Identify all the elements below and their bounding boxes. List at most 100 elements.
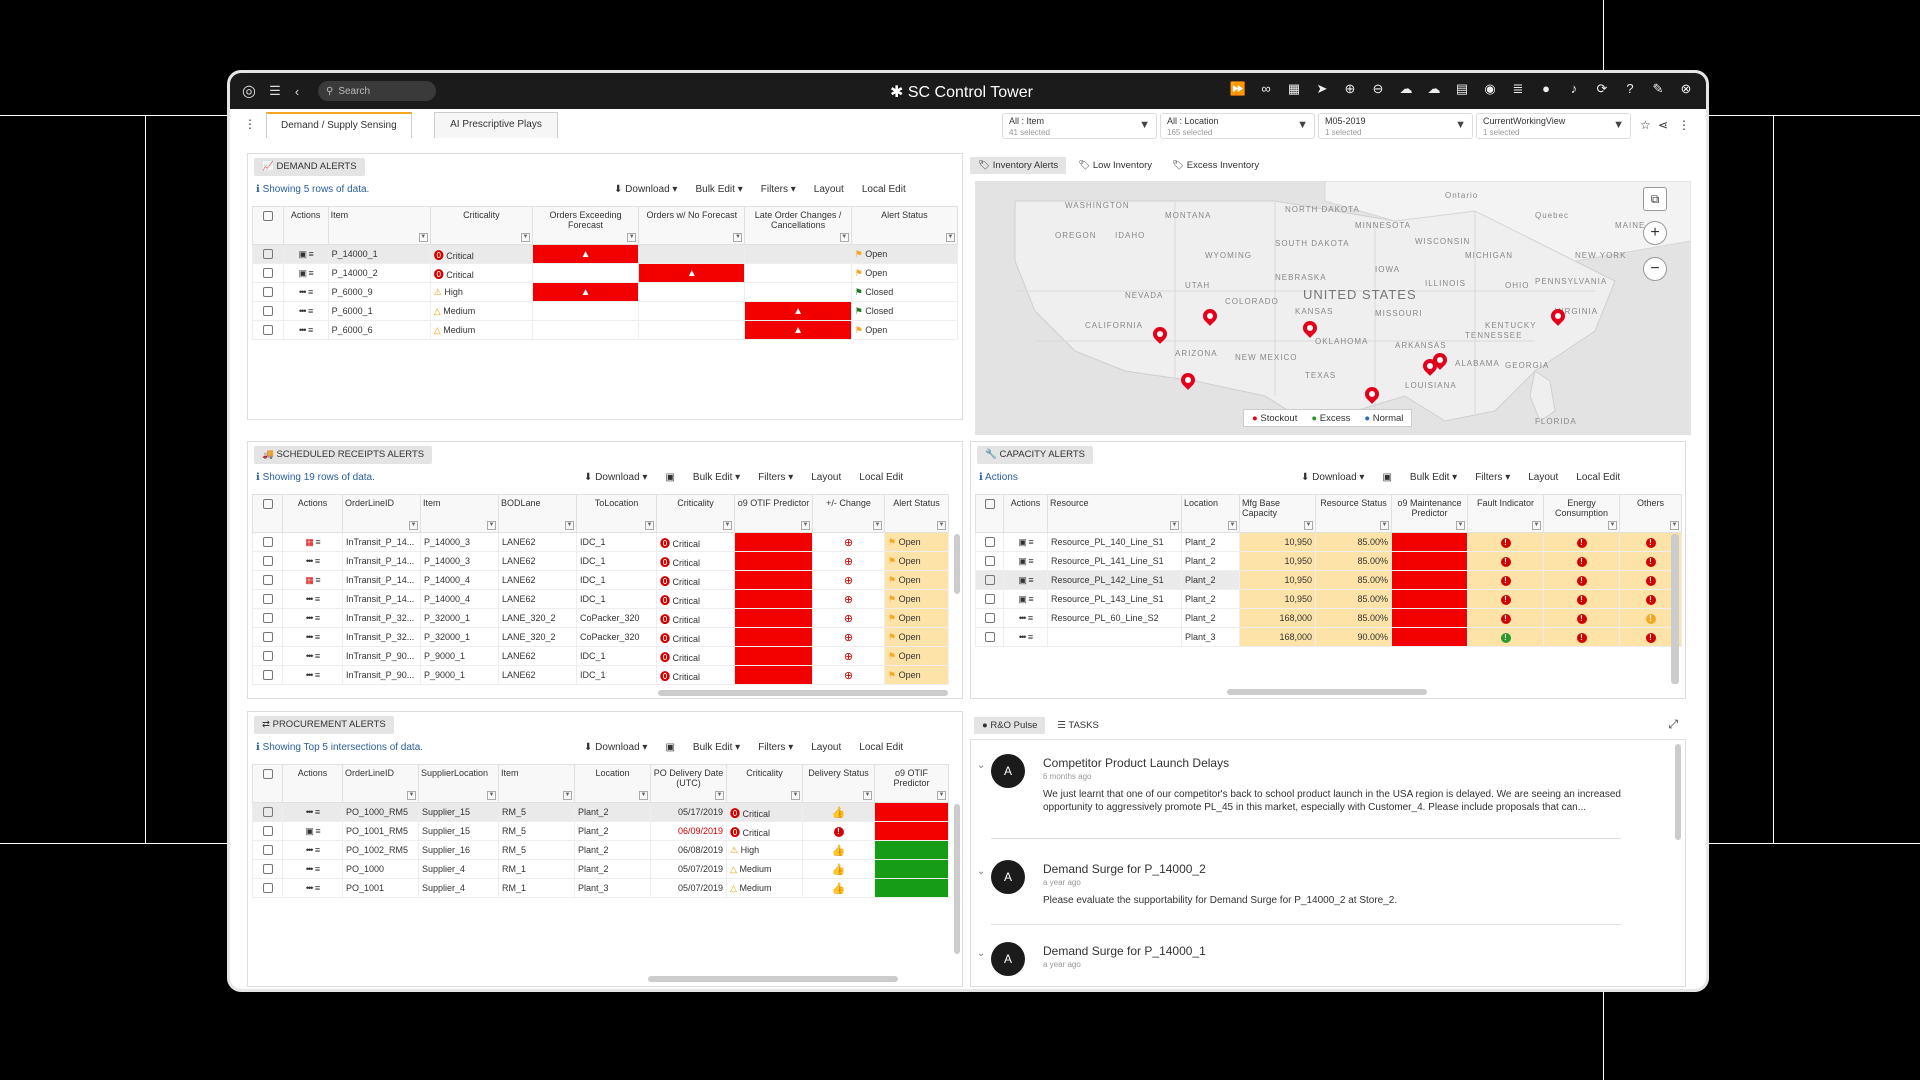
filter-icon[interactable]: ▼: [1670, 521, 1679, 530]
bulk-edit-button[interactable]: Bulk Edit ▾: [695, 184, 742, 195]
row-checkbox[interactable]: [984, 613, 995, 624]
zoom-out-button[interactable]: −: [1643, 257, 1667, 281]
actions-cell[interactable]: ▣ ≡: [282, 244, 329, 264]
row-menu-icon[interactable]: ≡: [308, 306, 313, 316]
filter-icon[interactable]: ▼: [487, 521, 496, 530]
row-checkbox-cell[interactable]: [252, 570, 283, 590]
table-row[interactable]: ••• ≡ InTransit_P_32... P_32000_1 LANE_320_…: [252, 627, 949, 647]
table-row[interactable]: ••• ≡ P_6000_9 ⚠ High ▲ ⚑ Closed: [252, 282, 959, 302]
actions-cell[interactable]: ••• ≡: [282, 301, 329, 321]
col-header[interactable]: Actions: [282, 494, 343, 533]
table-row[interactable]: ▣ ≡ Resource_PL_140_Line_S1 Plant_2 10,950 8…: [975, 532, 1682, 552]
target-icon[interactable]: ◉: [1478, 81, 1502, 97]
filter-icon[interactable]: ▼: [715, 791, 724, 800]
vertical-scrollbar[interactable]: [954, 804, 960, 954]
remove-icon[interactable]: ⊖: [1366, 81, 1390, 97]
filter-icon[interactable]: ▼: [409, 521, 418, 530]
col-header[interactable]: o9 OTIF Predictor ▼: [734, 494, 813, 533]
refresh-icon[interactable]: ⟳: [1590, 81, 1614, 97]
col-header[interactable]: ToLocation ▼: [576, 494, 657, 533]
filter-icon[interactable]: ▼: [565, 521, 574, 530]
row-checkbox[interactable]: [262, 249, 273, 260]
chat-icon[interactable]: ▣: [1018, 575, 1026, 585]
filter-icon[interactable]: ▼: [407, 791, 416, 800]
table-row[interactable]: ▣ ≡ Resource_PL_143_Line_S1 Plant_2 10,950 8…: [975, 589, 1682, 609]
row-menu-icon[interactable]: ≡: [308, 287, 313, 297]
row-checkbox-cell[interactable]: [252, 646, 283, 666]
row-menu-icon[interactable]: ≡: [315, 670, 320, 680]
actions-cell[interactable]: ••• ≡: [282, 802, 343, 822]
filters-button[interactable]: Filters ▾: [758, 742, 793, 753]
actions-cell[interactable]: ••• ≡: [282, 320, 329, 340]
bulk-edit-button[interactable]: Bulk Edit ▾: [693, 472, 740, 483]
col-header[interactable]: BODLane ▼: [498, 494, 577, 533]
local-edit-button[interactable]: Local Edit: [859, 472, 903, 483]
more-icon[interactable]: •••: [306, 632, 314, 642]
chat-icon[interactable]: ▣: [298, 249, 306, 259]
row-checkbox[interactable]: [262, 556, 273, 567]
send-icon[interactable]: ➤: [1310, 81, 1334, 97]
actions-cell[interactable]: ••• ≡: [282, 665, 343, 685]
filter-icon[interactable]: ▼: [1380, 521, 1389, 530]
row-menu-icon[interactable]: ≡: [315, 556, 320, 566]
row-checkbox-cell[interactable]: [975, 608, 1004, 628]
row-menu-icon[interactable]: ≡: [1028, 594, 1033, 604]
select-all-header[interactable]: [252, 494, 283, 533]
calendar-icon[interactable]: ▦: [305, 575, 313, 585]
inventory-map[interactable]: NORTH DAKOTA MINNESOTA SOUTH DAKOTA WISCONS…: [975, 181, 1691, 435]
row-checkbox[interactable]: [262, 575, 273, 586]
select-all-header[interactable]: [252, 764, 283, 803]
filter-icon[interactable]: ▼: [1608, 521, 1617, 530]
col-header[interactable]: OrderLineID ▼: [342, 494, 421, 533]
export-icon[interactable]: ▣: [665, 742, 674, 753]
row-menu-icon[interactable]: ≡: [315, 651, 320, 661]
table-row[interactable]: ••• ≡ Resource_PL_60_Line_S2 Plant_2 168,00…: [975, 608, 1682, 628]
table-row[interactable]: ▣ ≡ P_14000_2 ⓿ Critical ▲ ⚑ Open: [252, 263, 959, 283]
filter-icon[interactable]: ▼: [863, 791, 872, 800]
chat-icon[interactable]: ▣: [1018, 594, 1026, 604]
tab-demand-supply[interactable]: Demand / Supply Sensing: [266, 112, 412, 138]
table-row[interactable]: ••• ≡ InTransit_P_32... P_32000_1 LANE_320_…: [252, 608, 949, 628]
row-menu-icon[interactable]: ≡: [315, 575, 320, 585]
col-header[interactable]: Orders Exceeding Forecast ▼: [531, 206, 640, 245]
inventory-alerts-tab[interactable]: 🏷 Inventory Alerts: [970, 157, 1067, 174]
download-button[interactable]: ⬇ Download ▾: [584, 472, 647, 483]
row-checkbox[interactable]: [262, 807, 273, 818]
ro-pulse-tab[interactable]: ● R&O Pulse: [974, 717, 1046, 734]
row-checkbox[interactable]: [262, 594, 273, 605]
horizontal-scrollbar[interactable]: [648, 976, 898, 982]
table-row[interactable]: ••• ≡ Plant_3 168,000 90.00%!!!: [975, 627, 1682, 647]
filter-icon[interactable]: ▼: [946, 233, 955, 242]
vertical-scrollbar[interactable]: [1671, 534, 1679, 684]
col-header[interactable]: Criticality ▼: [429, 206, 533, 245]
row-menu-icon[interactable]: ≡: [1028, 575, 1033, 585]
col-header[interactable]: o9 Maintenance Predictor ▼: [1391, 494, 1468, 533]
select-all-header[interactable]: [975, 494, 1004, 533]
row-checkbox[interactable]: [984, 575, 995, 586]
row-menu-icon[interactable]: ≡: [315, 613, 320, 623]
actions-cell[interactable]: ▦ ≡: [282, 570, 343, 590]
filter-icon[interactable]: ▼: [1532, 521, 1541, 530]
col-header[interactable]: Location ▼: [574, 764, 651, 803]
filters-button[interactable]: Filters ▾: [758, 472, 793, 483]
actions-cell[interactable]: ▣ ≡: [1003, 589, 1048, 609]
pulse-post[interactable]: ⌄ A Demand Surge for P_14000_1 a year ag…: [977, 942, 1631, 986]
col-header[interactable]: Criticality ▼: [656, 494, 735, 533]
table-row[interactable]: ••• ≡ InTransit_P_90... P_9000_1 LANE62 IDC_…: [252, 665, 949, 685]
table-row[interactable]: ▣ ≡ PO_1001_RM5 Supplier_15 RM_5 Plant_2 06/0…: [252, 821, 949, 841]
low-inventory-tab[interactable]: 🏷 Low Inventory: [1070, 157, 1160, 174]
filter-icon[interactable]: ▼: [937, 791, 946, 800]
filter-icon[interactable]: ▼: [418, 233, 428, 242]
more-icon[interactable]: •••: [306, 807, 314, 817]
location-filter[interactable]: All : Location 165 selected ▼: [1160, 113, 1315, 139]
actions-cell[interactable]: ▣ ≡: [1003, 570, 1048, 590]
col-header[interactable]: Resource ▼: [1047, 494, 1182, 533]
row-menu-icon[interactable]: ≡: [1028, 632, 1033, 642]
bell-icon[interactable]: ♪: [1562, 81, 1586, 97]
filter-icon[interactable]: ▼: [723, 521, 732, 530]
col-header[interactable]: Item ▼: [498, 764, 575, 803]
share-link-icon[interactable]: ⊗: [1674, 81, 1698, 97]
row-checkbox-cell[interactable]: [252, 282, 284, 302]
calendar-icon[interactable]: ▦: [305, 537, 313, 547]
actions-cell[interactable]: ••• ≡: [282, 878, 343, 898]
